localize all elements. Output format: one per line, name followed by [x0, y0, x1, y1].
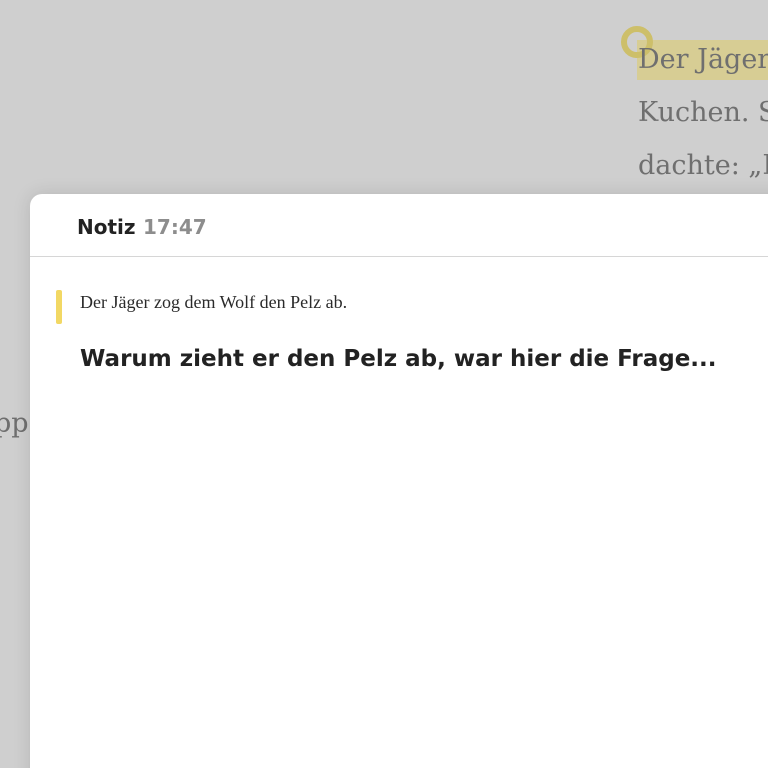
reader-line-2: Kuchen. S: [638, 97, 768, 128]
reader-left-fragment: pp: [0, 408, 29, 439]
note-header: Notiz 17:47: [30, 194, 768, 257]
reader-line-3: dachte: „I: [638, 150, 768, 181]
note-time: 17:47: [143, 215, 207, 239]
note-body-text[interactable]: Warum zieht er den Pelz ab, war hier die…: [80, 346, 717, 372]
quote-bar: [56, 290, 62, 324]
reader-line-1[interactable]: Der Jäger: [638, 46, 768, 73]
note-title: Notiz: [77, 215, 136, 239]
quoted-text: Der Jäger zog dem Wolf den Pelz ab.: [80, 292, 348, 312]
note-panel[interactable]: Notiz 17:47 Der Jäger zog dem Wolf den P…: [30, 194, 768, 768]
